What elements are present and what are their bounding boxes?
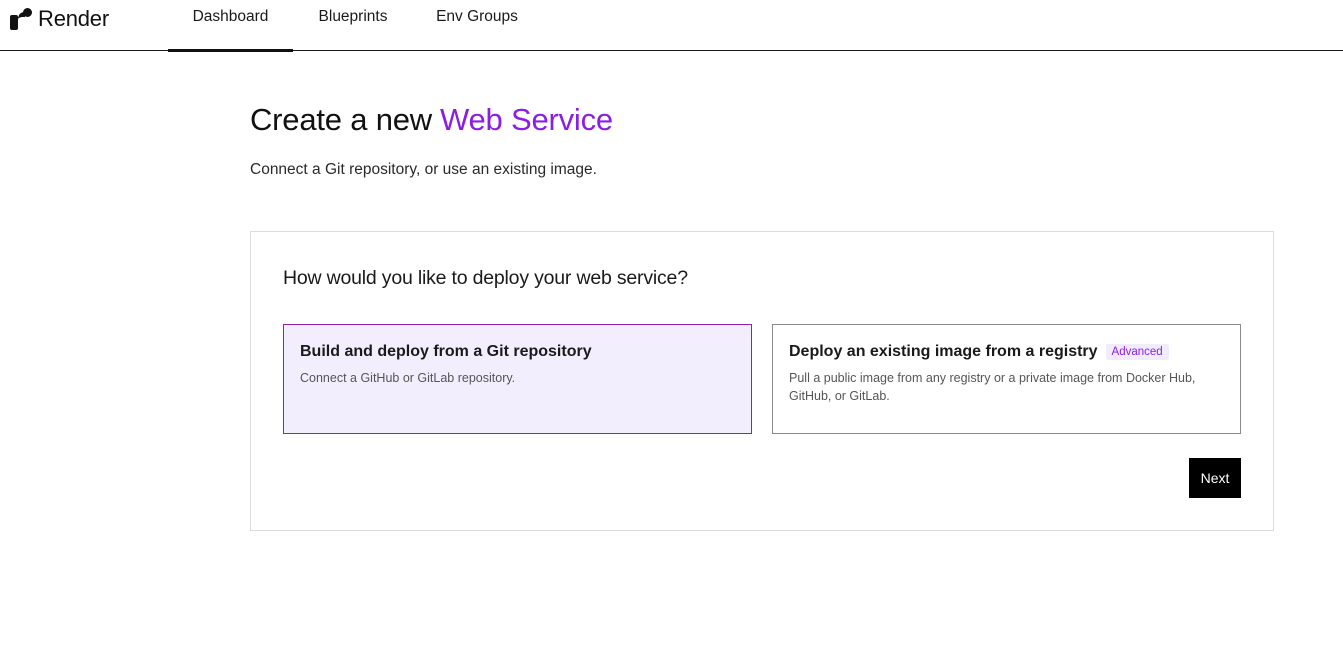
option-description: Connect a GitHub or GitLab repository.: [300, 371, 516, 385]
render-logo[interactable]: Render: [10, 6, 109, 32]
deploy-question: How would you like to deploy your web se…: [283, 267, 688, 289]
advanced-badge: Advanced: [1105, 344, 1169, 360]
tab-label: Env Groups: [436, 8, 518, 25]
option-title-row: Build and deploy from a Git repository: [300, 343, 735, 361]
tab-label: Blueprints: [318, 8, 388, 25]
page-subtitle: Connect a Git repository, or use an exis…: [250, 161, 597, 178]
page-title: Create a new Web Service: [250, 102, 613, 138]
option-existing-image[interactable]: Deploy an existing image from a registry…: [772, 324, 1241, 434]
option-title-row: Deploy an existing image from a registry…: [789, 343, 1224, 361]
option-git-repository[interactable]: Build and deploy from a Git repository C…: [283, 324, 752, 434]
next-button[interactable]: Next: [1189, 458, 1241, 498]
option-title: Deploy an existing image from a registry: [789, 343, 1098, 360]
tab-env-groups[interactable]: Env Groups: [425, 0, 529, 51]
render-logo-icon: [10, 8, 32, 30]
option-title: Build and deploy from a Git repository: [300, 343, 592, 360]
option-description: Pull a public image from any registry or…: [789, 371, 1196, 403]
tab-blueprints[interactable]: Blueprints: [303, 0, 403, 51]
page-title-accent: Web Service: [439, 102, 613, 137]
top-navigation: Render Dashboard Blueprints Env Groups: [0, 0, 1343, 52]
tab-label: Dashboard: [192, 8, 269, 25]
deploy-method-card: How would you like to deploy your web se…: [250, 231, 1274, 531]
app-name: Render: [38, 6, 109, 31]
tab-dashboard[interactable]: Dashboard: [168, 0, 293, 52]
page-title-prefix: Create a new: [250, 102, 432, 137]
